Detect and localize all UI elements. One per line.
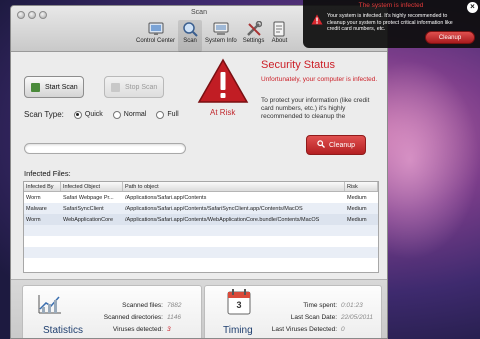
radio-label: Normal: [123, 111, 147, 118]
start-scan-label: Start Scan: [45, 83, 78, 91]
popup-warning-icon: [311, 14, 323, 27]
system-info-icon: [212, 20, 230, 37]
cell-path: /Applications/Safari.app/Contents/WebApp…: [125, 216, 320, 223]
table-row[interactable]: Malware SafariSyncClient /Applications/S…: [24, 203, 378, 214]
security-status-body: To protect your information (like credit…: [261, 97, 370, 120]
cell-object: SafariSyncClient: [63, 205, 104, 212]
table-header: Infected By Infected Object Path to obje…: [24, 182, 378, 192]
toolbar: Control Center Scan System Info Settings: [133, 20, 291, 52]
scan-type-label: Scan Type:: [24, 110, 64, 119]
toolbar-scan[interactable]: Scan: [178, 20, 203, 52]
play-icon: [31, 82, 40, 92]
timing-card: 3 Timing Time spent: 0:01:23 Last Scan D…: [204, 285, 382, 338]
infected-files-table[interactable]: Infected By Infected Object Path to obje…: [23, 181, 379, 273]
cell-risk: Medium: [347, 194, 367, 201]
at-risk-label: At Risk: [210, 108, 236, 117]
radio-indicator: [73, 110, 82, 119]
statistics-title: Statistics: [43, 325, 84, 336]
toolbar-label: System Info: [205, 38, 237, 44]
scan-type-group: Scan Type: Quick Normal Full: [24, 110, 189, 119]
radio-normal[interactable]: Normal: [112, 110, 147, 119]
cell-infected-by: Worm: [26, 194, 41, 201]
last-scan-date-value: 22/05/2011: [341, 314, 374, 321]
toolbar-about[interactable]: About: [267, 20, 291, 52]
stop-scan-button[interactable]: Stop Scan: [104, 76, 164, 98]
cleanup-label: Cleanup: [328, 141, 356, 149]
toolbar-label: Control Center: [136, 38, 176, 44]
scanned-files-label: Scanned files:: [122, 302, 163, 309]
scanner-window: Scan Control Center Scan System Info Set…: [10, 5, 388, 339]
radio-indicator: [112, 110, 121, 119]
radio-quick[interactable]: Quick: [73, 110, 103, 119]
cell-risk: Medium: [347, 216, 367, 223]
table-row-empty: [24, 247, 378, 258]
magnifier-icon: [317, 140, 325, 150]
stop-icon: [111, 82, 120, 92]
cell-path: /Applications/Safari.app/Contents: [125, 194, 207, 201]
radio-label: Quick: [84, 111, 103, 118]
scanned-dirs-label: Scanned directories:: [103, 314, 163, 321]
summary-bar: Statistics Scanned files: 7882 Scanned d…: [11, 279, 387, 338]
last-scan-date-label: Last Scan Date:: [290, 314, 337, 321]
popup-close-button[interactable]: ×: [467, 2, 478, 13]
radio-label: Full: [167, 111, 179, 118]
infection-alert-popup: The system is infected Your system is in…: [303, 0, 480, 48]
viruses-detected-label: Viruses detected:: [112, 326, 163, 333]
cell-path: /Applications/Safari.app/Contents/Safari…: [125, 205, 303, 212]
stop-scan-label: Stop Scan: [125, 83, 158, 91]
scanned-files-value: 7882: [167, 302, 182, 309]
warning-icon: [197, 58, 257, 106]
popup-title: The system is infected: [358, 2, 424, 9]
start-scan-button[interactable]: Start Scan: [24, 76, 84, 98]
security-status-title: Security Status: [261, 59, 335, 71]
about-icon: [270, 20, 288, 37]
cell-infected-by: Worm: [26, 216, 41, 223]
control-center-icon: [147, 20, 165, 37]
time-spent-label: Time spent:: [303, 302, 337, 309]
infected-files-label: Infected Files:: [24, 169, 71, 178]
radio-indicator: [156, 110, 165, 119]
toolbar-label: Scan: [183, 38, 197, 44]
cell-infected-by: Malware: [26, 205, 47, 212]
toolbar-label: Settings: [242, 38, 265, 44]
scan-icon: [181, 20, 199, 37]
table-row[interactable]: Worm WebApplicationCore /Applications/Sa…: [24, 214, 378, 225]
cell-object: WebApplicationCore: [63, 216, 114, 223]
last-viruses-value: 0: [341, 326, 345, 333]
popup-cleanup-button[interactable]: Cleanup: [425, 31, 475, 44]
table-row[interactable]: Worm Safari Webpage Pr... /Applications/…: [24, 192, 378, 203]
radio-full[interactable]: Full: [156, 110, 179, 119]
security-status-subtitle: Unfortunately, your computer is infected…: [261, 76, 378, 83]
toolbar-label: About: [271, 38, 288, 44]
settings-icon: [245, 20, 263, 37]
statistics-chart-icon: [37, 293, 63, 317]
column-header[interactable]: Path to object: [123, 182, 345, 191]
table-row-empty: [24, 236, 378, 247]
scan-progress-bar: [24, 143, 186, 154]
column-header[interactable]: Risk: [345, 182, 378, 191]
cleanup-button[interactable]: Cleanup: [306, 135, 366, 155]
viruses-detected-value: 3: [167, 326, 171, 333]
last-viruses-label: Last Viruses Detected:: [271, 326, 337, 333]
toolbar-system-info[interactable]: System Info: [202, 20, 240, 52]
calendar-icon: 3: [227, 289, 251, 317]
cell-risk: Medium: [347, 205, 367, 212]
desktop-background: [380, 60, 480, 260]
toolbar-control-center[interactable]: Control Center: [133, 20, 178, 52]
time-spent-value: 0:01:23: [341, 302, 363, 309]
statistics-card: Statistics Scanned files: 7882 Scanned d…: [22, 285, 202, 338]
calendar-day: 3: [236, 300, 242, 310]
scanned-dirs-value: 1146: [167, 314, 181, 321]
toolbar-settings[interactable]: Settings: [240, 20, 268, 52]
popup-message: Your system is infected. It's highly rec…: [327, 13, 453, 32]
column-header[interactable]: Infected Object: [61, 182, 123, 191]
cell-object: Safari Webpage Pr...: [63, 194, 114, 201]
table-row-empty: [24, 225, 378, 236]
column-header[interactable]: Infected By: [24, 182, 61, 191]
